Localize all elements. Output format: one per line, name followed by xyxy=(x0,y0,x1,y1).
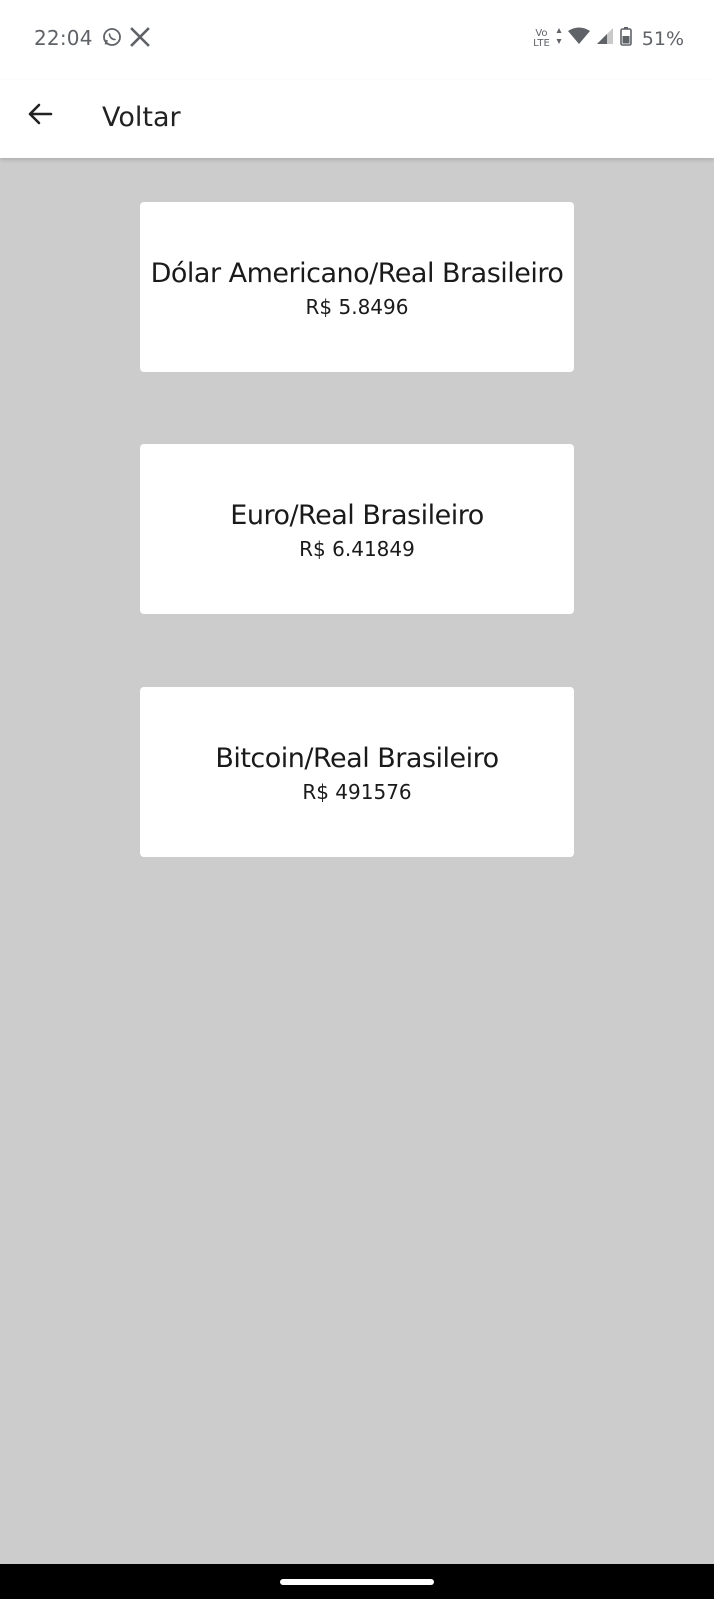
system-status-icons: Vo LTE 51% xyxy=(533,26,684,51)
page-title[interactable]: Voltar xyxy=(102,102,181,133)
arrow-left-icon xyxy=(26,100,54,133)
battery-icon xyxy=(619,26,632,51)
battery-percent: 51% xyxy=(641,27,684,50)
status-time: 22:04 xyxy=(34,26,93,50)
notification-icons xyxy=(102,27,150,52)
navigation-bar xyxy=(0,1564,714,1599)
quote-value: R$ 5.8496 xyxy=(305,294,409,319)
wifi-icon xyxy=(567,27,590,50)
quote-name: Euro/Real Brasileiro xyxy=(230,499,484,531)
data-arrows-icon xyxy=(556,27,562,50)
home-gesture-handle[interactable] xyxy=(280,1579,434,1585)
x-icon xyxy=(130,27,150,52)
signal-icon xyxy=(596,27,614,50)
app-bar: Voltar xyxy=(0,80,714,158)
quote-card-usd[interactable]: Dólar Americano/Real Brasileiro R$ 5.849… xyxy=(140,202,574,372)
quote-name: Dólar Americano/Real Brasileiro xyxy=(150,257,564,289)
quote-card-btc[interactable]: Bitcoin/Real Brasileiro R$ 491576 xyxy=(140,687,574,857)
quote-value: R$ 6.41849 xyxy=(299,536,415,561)
whatsapp-icon xyxy=(102,27,122,52)
quote-value: R$ 491576 xyxy=(302,779,412,804)
quote-name: Bitcoin/Real Brasileiro xyxy=(215,742,499,774)
status-bar: 22:04 Vo LTE 51% xyxy=(0,0,714,80)
quote-card-eur[interactable]: Euro/Real Brasileiro R$ 6.41849 xyxy=(140,444,574,614)
back-button[interactable] xyxy=(16,92,64,140)
volte-indicator: Vo LTE xyxy=(533,27,550,49)
